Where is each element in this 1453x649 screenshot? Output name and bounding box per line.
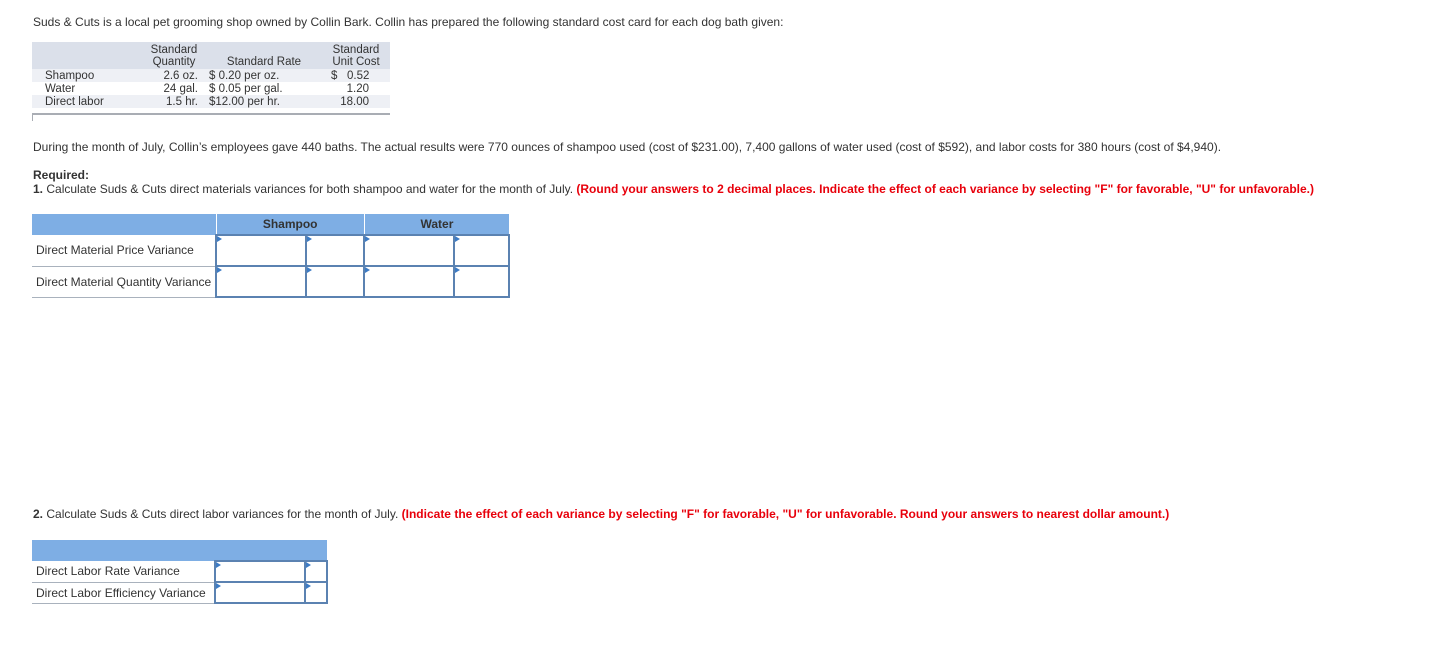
cost-card-body: Shampoo 2.6 oz. $ 0.20 per oz. $ 0.52 Wa…	[32, 69, 390, 109]
water-price-variance-effect-cell	[453, 234, 511, 267]
cost-quantity: 2.6 oz.	[163, 70, 198, 82]
column-header-water: Water	[363, 214, 510, 235]
shampoo-price-variance-effect-select[interactable]	[307, 242, 364, 259]
table-row: Direct Material Price Variance	[32, 234, 511, 267]
water-quantity-variance-effect-select[interactable]	[455, 273, 509, 290]
input-marker-icon	[365, 236, 371, 242]
cost-unit-cost: 1.20	[346, 83, 369, 95]
water-price-variance-effect-select[interactable]	[455, 242, 509, 259]
shampoo-price-variance-amount-cell	[215, 234, 308, 267]
input-marker-icon	[455, 267, 461, 273]
row-label-price-variance: Direct Material Price Variance	[32, 235, 217, 267]
input-marker-icon	[216, 562, 221, 568]
labor-table-header	[32, 540, 327, 561]
input-marker-icon	[307, 236, 313, 242]
labor-efficiency-variance-effect-cell	[304, 581, 328, 604]
requirement-2-number: 2.	[33, 507, 44, 521]
column-header-shampoo: Shampoo	[215, 214, 365, 235]
requirement-1-instruction: (Round your answers to 2 decimal places.…	[576, 182, 1315, 196]
water-quantity-variance-effect-cell	[453, 265, 511, 298]
input-marker-icon	[455, 236, 461, 242]
input-marker-icon	[217, 236, 223, 242]
cost-quantity: 1.5 hr.	[166, 96, 198, 108]
cost-rate: $ 0.05 per gal.	[209, 83, 283, 95]
labor-rate-variance-effect-cell	[304, 560, 328, 583]
header-quantity: Standard Quantity	[144, 44, 204, 68]
shampoo-quantity-variance-effect-select[interactable]	[307, 273, 364, 290]
input-marker-icon	[216, 583, 221, 589]
cost-item-direct-labor: Direct labor	[45, 96, 104, 108]
header-unit-cost-line2: Unit Cost	[332, 56, 380, 68]
header-quantity-line1: Standard	[150, 44, 198, 56]
header-rate: Standard Rate	[226, 56, 302, 68]
header-blank	[32, 214, 217, 235]
shampoo-quantity-variance-amount-cell	[215, 265, 308, 298]
requirement-1-text: Calculate Suds & Cuts direct materials v…	[43, 182, 577, 196]
cost-rate: $12.00 per hr.	[209, 96, 280, 108]
requirement-2: 2. Calculate Suds & Cuts direct labor va…	[33, 507, 1169, 521]
materials-variance-table: Shampoo Water Direct Material Price Vari…	[32, 214, 511, 298]
header-unit-cost-line1: Standard	[332, 44, 380, 56]
input-marker-icon	[306, 562, 311, 568]
water-quantity-variance-amount-cell	[363, 265, 456, 298]
cost-card-divider	[32, 113, 390, 121]
cost-item-shampoo: Shampoo	[45, 70, 95, 82]
actuals-paragraph: During the month of July, Collin’s emplo…	[33, 140, 1222, 154]
labor-rate-variance-amount-input[interactable]	[216, 563, 304, 580]
shampoo-price-variance-amount-input[interactable]	[217, 242, 306, 259]
cost-unit-cost: 18.00	[340, 96, 369, 108]
cost-card-header: Standard Quantity Standard Rate Standard…	[32, 42, 390, 69]
input-marker-icon	[217, 267, 223, 273]
shampoo-quantity-variance-amount-input[interactable]	[217, 273, 306, 290]
labor-header-bar	[32, 540, 327, 561]
labor-variance-table: Direct Labor Rate Variance Direct Labor …	[32, 540, 328, 604]
required-title: Required:	[33, 168, 90, 182]
water-quantity-variance-amount-input[interactable]	[365, 273, 454, 290]
input-marker-icon	[306, 583, 311, 589]
standard-cost-card: Standard Quantity Standard Rate Standard…	[32, 42, 390, 121]
table-row: Direct Labor Rate Variance	[32, 560, 328, 583]
labor-efficiency-variance-amount-input[interactable]	[216, 584, 304, 601]
materials-table-header: Shampoo Water	[32, 214, 510, 235]
requirement-2-instruction: (Indicate the effect of each variance by…	[401, 507, 1170, 521]
labor-efficiency-variance-amount-cell	[214, 581, 306, 604]
cost-item-water: Water	[45, 83, 76, 95]
shampoo-price-variance-effect-cell	[305, 234, 366, 267]
shampoo-quantity-variance-effect-cell	[305, 265, 366, 298]
header-quantity-line2: Quantity	[152, 56, 196, 68]
input-marker-icon	[365, 267, 371, 273]
requirement-2-text: Calculate Suds & Cuts direct labor varia…	[43, 507, 402, 521]
row-label-labor-efficiency-variance: Direct Labor Efficiency Variance	[32, 582, 215, 604]
input-marker-icon	[307, 267, 313, 273]
cost-quantity: 24 gal.	[163, 83, 198, 95]
intro-text: Suds & Cuts is a local pet grooming shop…	[33, 15, 784, 29]
requirement-1-number: 1.	[33, 182, 44, 196]
requirement-1: 1. Calculate Suds & Cuts direct material…	[33, 182, 1314, 196]
water-price-variance-amount-cell	[363, 234, 456, 267]
cost-rate: $ 0.20 per oz.	[209, 70, 280, 82]
table-row: Direct Material Quantity Variance	[32, 265, 511, 298]
row-label-quantity-variance: Direct Material Quantity Variance	[32, 266, 217, 298]
table-row: Direct Labor Efficiency Variance	[32, 581, 328, 604]
header-unit-cost: Standard Unit Cost	[326, 44, 386, 68]
cost-unit-cost: $ 0.52	[331, 70, 370, 82]
water-price-variance-amount-input[interactable]	[365, 242, 454, 259]
row-label-labor-rate-variance: Direct Labor Rate Variance	[32, 561, 215, 583]
labor-rate-variance-amount-cell	[214, 560, 306, 583]
